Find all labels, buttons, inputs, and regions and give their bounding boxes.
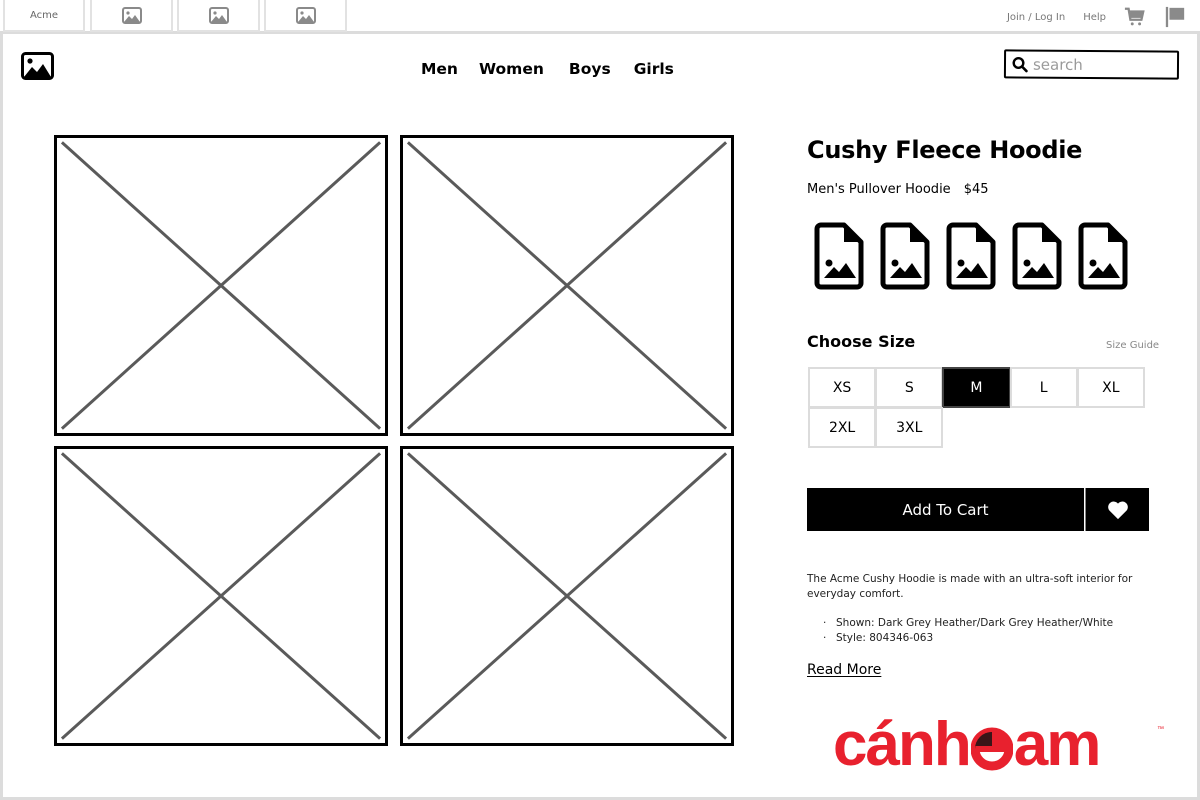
search-input[interactable] [1032, 55, 1174, 75]
size-option-2xl[interactable]: 2XL [808, 407, 877, 448]
nav-girls[interactable]: Girls [634, 60, 674, 78]
size-guide-link[interactable]: Size Guide [1106, 340, 1159, 351]
read-more-link[interactable]: Read More [807, 662, 881, 678]
product-description: The Acme Cushy Hoodie is made with an ul… [807, 573, 1133, 600]
image-placeholder-cross [57, 138, 385, 433]
search-box[interactable] [1003, 49, 1180, 80]
size-selector: XS S M L XL 2XL 3XL [808, 367, 1149, 448]
tab-image-2[interactable] [177, 0, 260, 32]
brand-e-glyph [970, 727, 1013, 771]
color-thumbnails [814, 222, 1128, 290]
nav-men[interactable]: Men [421, 60, 458, 78]
image-icon [208, 6, 229, 24]
product-price: $45 [963, 182, 989, 197]
join-login-link[interactable]: Join / Log In [1007, 12, 1065, 23]
size-option-s[interactable]: S [875, 367, 944, 408]
image-file-icon[interactable] [880, 222, 930, 290]
top-links: Join / Log In Help [1007, 0, 1186, 34]
product-image-placeholder[interactable] [54, 135, 388, 436]
size-option-m[interactable]: M [942, 367, 1011, 408]
nav-women[interactable]: Women [479, 60, 544, 78]
top-tab-bar: Acme Join / Log In Help [0, 0, 1200, 34]
help-link[interactable]: Help [1083, 12, 1106, 23]
image-icon [295, 6, 316, 24]
image-placeholder-cross [403, 138, 731, 433]
brand-logo: cánh am ™ [833, 710, 1164, 779]
size-option-l[interactable]: L [1009, 367, 1078, 408]
image-file-icon[interactable] [814, 222, 864, 290]
favorite-button[interactable] [1085, 488, 1149, 531]
choose-size-heading: Choose Size [807, 332, 916, 351]
heart-icon [1107, 501, 1128, 519]
logo-image-icon[interactable] [21, 52, 54, 80]
brand-text-start: cánh [833, 710, 972, 779]
tab-acme-label: Acme [29, 9, 59, 21]
flag-icon[interactable] [1164, 6, 1186, 28]
detail-item: Style: 804346-063 [823, 631, 1113, 646]
image-icon [121, 6, 142, 24]
image-file-icon[interactable] [1078, 222, 1128, 290]
brand-text-end: am [1013, 710, 1102, 779]
image-placeholder-cross [57, 449, 385, 743]
search-icon [1012, 56, 1028, 72]
product-image-placeholder[interactable] [400, 446, 734, 746]
size-option-xs[interactable]: XS [808, 367, 877, 408]
tab-image-3[interactable] [264, 0, 347, 32]
product-image-placeholder[interactable] [54, 446, 388, 746]
image-file-icon[interactable] [1012, 222, 1062, 290]
product-image-placeholder[interactable] [400, 135, 734, 436]
trademark-symbol: ™ [1157, 726, 1164, 733]
product-title: Cushy Fleece Hoodie [807, 136, 1083, 164]
main-nav: Men Women Boys Girls [421, 60, 674, 78]
add-to-cart-button[interactable]: Add To Cart [807, 488, 1084, 531]
image-placeholder-cross [403, 449, 731, 743]
size-option-xl[interactable]: XL [1076, 367, 1145, 408]
cart-icon[interactable] [1124, 6, 1146, 28]
detail-item: Shown: Dark Grey Heather/Dark Grey Heath… [823, 616, 1113, 631]
product-subtitle: Men's Pullover Hoodie $45 [807, 182, 989, 197]
product-details-list: Shown: Dark Grey Heather/Dark Grey Heath… [823, 616, 1113, 646]
size-option-3xl[interactable]: 3XL [875, 407, 944, 448]
nav-boys[interactable]: Boys [569, 60, 611, 78]
tab-image-1[interactable] [90, 0, 173, 32]
product-category: Men's Pullover Hoodie [807, 182, 951, 197]
tab-acme[interactable]: Acme [3, 0, 85, 32]
image-file-icon[interactable] [946, 222, 996, 290]
cart-actions: Add To Cart [807, 488, 1149, 531]
